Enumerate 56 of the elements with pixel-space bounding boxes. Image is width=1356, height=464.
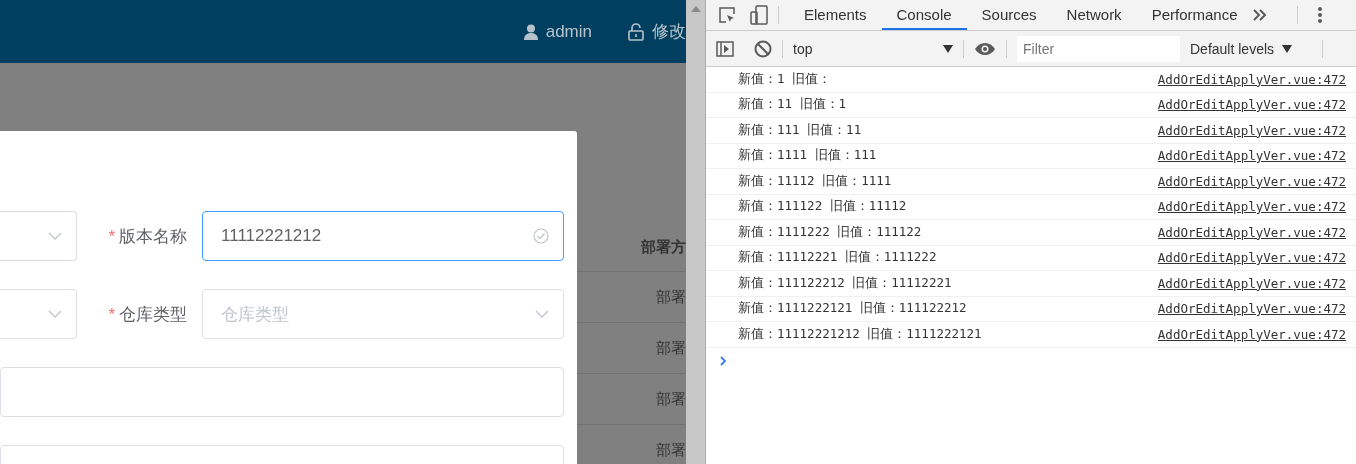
source-link[interactable]: AddOrEditApplyVer.vue:472 — [1157, 97, 1346, 113]
devtools-tab[interactable]: Network — [1051, 0, 1137, 30]
input-field[interactable] — [0, 367, 564, 417]
select-field[interactable] — [0, 211, 77, 261]
field-label: 版本名称 — [119, 226, 187, 246]
chevron-down-icon — [535, 310, 549, 318]
console-message: 新值：111 旧值：11 — [738, 121, 862, 139]
source-link[interactable]: AddOrEditApplyVer.vue:472 — [1157, 224, 1346, 240]
console-message: 新值：1111 旧值：111 — [738, 147, 877, 165]
user-icon — [523, 23, 538, 40]
sidebar-toggle-icon[interactable] — [716, 40, 734, 57]
console-message: 新值：11 旧值：1 — [738, 96, 847, 114]
check-circle-icon — [533, 228, 549, 244]
source-link[interactable]: AddOrEditApplyVer.vue:472 — [1157, 173, 1346, 189]
source-link[interactable]: AddOrEditApplyVer.vue:472 — [1157, 148, 1346, 164]
source-link[interactable]: AddOrEditApplyVer.vue:472 — [1157, 326, 1346, 342]
console-message: 新值：11112221 旧值：1111222 — [738, 249, 937, 267]
chevron-down-icon — [48, 232, 62, 240]
device-toolbar-icon[interactable] — [750, 5, 768, 25]
console-message: 新值：11112 旧值：1111 — [738, 172, 892, 190]
source-link[interactable]: AddOrEditApplyVer.vue:472 — [1157, 71, 1346, 87]
lock-icon — [628, 22, 644, 41]
levels-dropdown[interactable]: Default levels — [1190, 40, 1293, 57]
devtools-tab[interactable]: Sources — [966, 0, 1052, 30]
source-link[interactable]: AddOrEditApplyVer.vue:472 — [1157, 199, 1346, 215]
filter-field[interactable]: Filter — [1017, 35, 1180, 62]
context-dropdown[interactable]: top — [793, 40, 953, 57]
chevron-down-icon — [48, 310, 62, 318]
scrollbar[interactable] — [686, 0, 706, 464]
inspect-icon[interactable] — [718, 6, 736, 24]
source-link[interactable]: AddOrEditApplyVer.vue:472 — [1157, 275, 1346, 291]
console-message: 新值：111122 旧值：11112 — [738, 198, 907, 216]
caret-icon — [1282, 44, 1293, 53]
required-asterisk: * — [108, 304, 115, 324]
source-link[interactable]: AddOrEditApplyVer.vue:472 — [1157, 122, 1346, 138]
console-message: 新值：1111222 旧值：111122 — [738, 223, 922, 241]
console-message: 新值：11112221212 旧值：1111222121 — [738, 325, 982, 343]
devtools-tab[interactable]: Performance — [1136, 0, 1253, 30]
source-link[interactable]: AddOrEditApplyVer.vue:472 — [1157, 301, 1346, 317]
source-link[interactable]: AddOrEditApplyVer.vue:472 — [1157, 250, 1346, 266]
kebab-menu-icon[interactable] — [1317, 7, 1322, 23]
console-message: 新值：1111222121 旧值：111122212 — [738, 300, 967, 318]
username-label[interactable]: admin — [545, 21, 592, 42]
change-password-link[interactable]: 修改 — [652, 20, 686, 43]
eye-icon[interactable] — [974, 41, 996, 56]
clear-console-icon[interactable] — [754, 39, 772, 58]
caret-icon — [943, 44, 953, 53]
select-field[interactable] — [0, 289, 77, 339]
devtools-tab[interactable]: Elements — [789, 0, 882, 30]
input-field[interactable]: 11112221212 — [202, 211, 564, 261]
console-message: 新值：111122212 旧值：11112221 — [738, 274, 952, 292]
field-label: 仓库类型 — [119, 304, 187, 324]
prompt-icon[interactable] — [720, 355, 727, 366]
required-asterisk: * — [108, 226, 115, 246]
console-message: 新值：1 旧值： — [738, 70, 832, 88]
more-tabs-icon[interactable] — [1252, 9, 1267, 21]
